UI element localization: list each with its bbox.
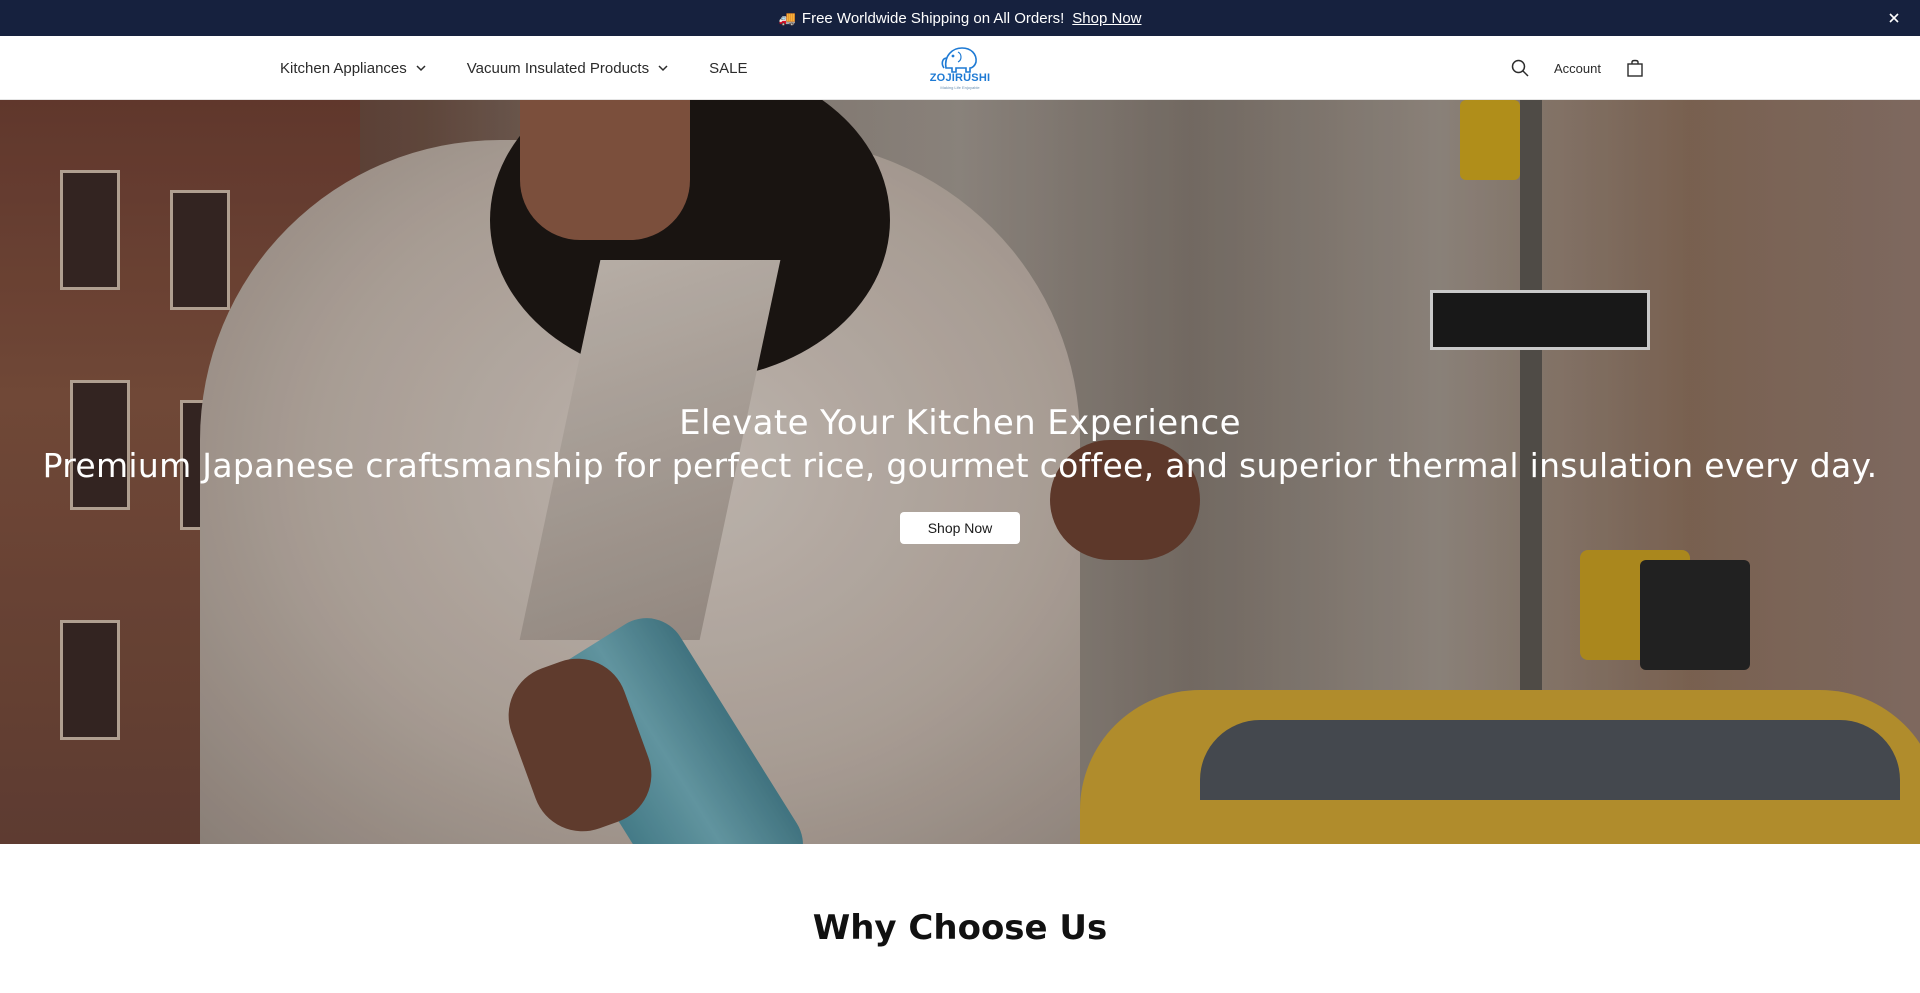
logo-tagline: Making Life Enjoyable (940, 85, 980, 90)
search-icon[interactable] (1508, 56, 1532, 80)
hero-title: Elevate Your Kitchen Experience (679, 403, 1241, 443)
nav-vacuum-insulated-products[interactable]: Vacuum Insulated Products (467, 60, 669, 77)
logo-wordmark: ZOJIRUSHI (929, 72, 991, 84)
nav-item-label: Vacuum Insulated Products (466, 59, 650, 77)
hero-subtitle: Premium Japanese craftsmanship for perfe… (42, 446, 1878, 485)
nav-kitchen-appliances[interactable]: Kitchen Appliances (280, 60, 427, 77)
bag-icon[interactable] (1623, 56, 1647, 80)
nav-sale[interactable]: SALE (709, 60, 747, 77)
elephant-logo-icon (941, 47, 977, 73)
announcement-text: Free Worldwide Shipping on All Orders! (801, 9, 1065, 27)
site-header: Kitchen Appliances Vacuum Insulated Prod… (0, 36, 1920, 100)
announcement-shop-now-link[interactable]: Shop Now (1072, 10, 1141, 27)
chevron-down-icon (416, 65, 426, 72)
brand-logo[interactable]: ZOJIRUSHI Making Life Enjoyable (930, 44, 990, 92)
account-link[interactable]: Account (1554, 61, 1601, 76)
announcement-bar: 🚚 Free Worldwide Shipping on All Orders!… (0, 0, 1920, 36)
close-icon[interactable] (1884, 8, 1904, 28)
chevron-down-icon (658, 65, 668, 72)
truck-icon: 🚚 (778, 9, 796, 26)
hero-shop-now-button[interactable]: Shop Now (900, 512, 1020, 544)
main-nav: Kitchen Appliances Vacuum Insulated Prod… (280, 36, 787, 100)
nav-item-label: Kitchen Appliances (280, 59, 407, 77)
hero-content: Elevate Your Kitchen Experience Premium … (0, 400, 1920, 544)
header-actions: Account (1508, 36, 1647, 100)
nav-item-label: SALE (709, 59, 748, 77)
section-heading: Why Choose Us (812, 908, 1108, 948)
hero-banner: Elevate Your Kitchen Experience Premium … (0, 100, 1920, 844)
